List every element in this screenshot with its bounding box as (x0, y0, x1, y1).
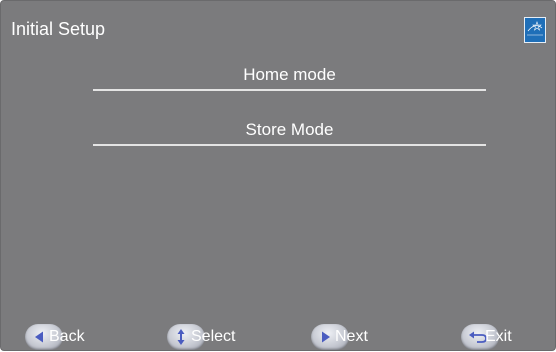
back-label: Back (49, 328, 85, 345)
select-label: Select (191, 328, 236, 345)
back-hint[interactable]: Back (25, 322, 85, 352)
next-label: Next (335, 328, 368, 345)
next-hint[interactable]: Next (311, 322, 368, 352)
menu-item-store-mode[interactable]: Store Mode (93, 116, 486, 146)
select-hint[interactable]: Select (167, 322, 235, 352)
menu-item-home-mode[interactable]: Home mode (93, 61, 486, 91)
energy-star-logo (524, 17, 546, 43)
page-title: Initial Setup (11, 19, 106, 39)
exit-hint[interactable]: Exit (461, 322, 512, 352)
button-hint-bar: Back Select Next Exit (1, 322, 556, 352)
exit-label: Exit (485, 328, 512, 345)
initial-setup-screen: Initial Setup Home mode Store Mode Back (0, 0, 556, 351)
